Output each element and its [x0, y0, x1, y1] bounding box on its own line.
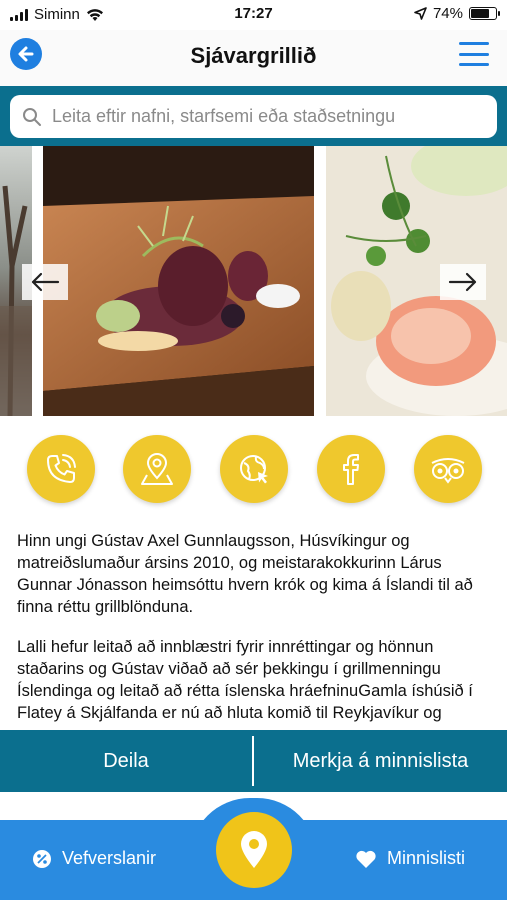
share-bar: Deila Merkja á minnislista [0, 730, 507, 792]
nav-bar: Sjávargrillið [0, 30, 507, 86]
search-icon [23, 107, 41, 126]
tripadvisor-button[interactable] [414, 435, 482, 503]
hamburger-menu-icon [459, 42, 489, 45]
description-paragraph: Hinn ungi Gústav Axel Gunnlaugsson, Húsv… [17, 532, 473, 616]
gallery-photo-current [43, 146, 314, 416]
battery-percent: 74% [432, 5, 463, 22]
phone-icon [47, 454, 76, 483]
map-pin-icon [141, 453, 173, 485]
share-button[interactable]: Deila [0, 750, 252, 773]
description: Hinn ungi Gústav Axel Gunnlaugsson, Húsv… [17, 530, 492, 730]
search-box[interactable] [10, 95, 497, 138]
globe-icon [240, 455, 268, 484]
bottom-area: Vefverslanir Minnislisti [0, 792, 507, 900]
tab-memory-list-label: Minnislisti [386, 848, 465, 868]
arrow-left-icon [31, 272, 60, 292]
gallery-prev-button[interactable] [22, 264, 68, 300]
search-input[interactable] [52, 106, 482, 127]
menu-button[interactable] [459, 42, 489, 66]
status-right: 74% [414, 5, 500, 22]
heart-icon [356, 850, 376, 868]
location-arrow-icon [414, 7, 427, 20]
battery-icon [469, 7, 500, 20]
website-button[interactable] [220, 435, 288, 503]
facebook-button[interactable] [317, 435, 385, 503]
action-buttons [0, 430, 507, 510]
location-pin-icon [241, 831, 267, 868]
tab-webshops-label: Vefverslanir [62, 848, 157, 868]
status-bar: Siminn 17:27 74% [0, 0, 507, 30]
tab-webshops[interactable]: Vefverslanir [32, 848, 156, 869]
add-to-list-button[interactable]: Merkja á minnislista [254, 750, 507, 773]
tab-memory-list[interactable]: Minnislisti [355, 848, 465, 869]
facebook-icon [343, 454, 359, 485]
tab-location-button[interactable] [216, 812, 292, 888]
description-paragraph: Lalli hefur leitað að innblæstri fyrir i… [17, 638, 473, 722]
battery-fill [471, 9, 489, 18]
gallery-next-button[interactable] [440, 264, 486, 300]
photo-gallery[interactable] [0, 146, 507, 416]
tripadvisor-icon [431, 458, 465, 484]
map-button[interactable] [123, 435, 191, 503]
page-title: Sjávargrillið [190, 43, 317, 68]
phone-button[interactable] [27, 435, 95, 503]
percent-badge-icon [33, 849, 51, 868]
arrow-right-icon [448, 272, 477, 292]
search-section [0, 86, 507, 146]
